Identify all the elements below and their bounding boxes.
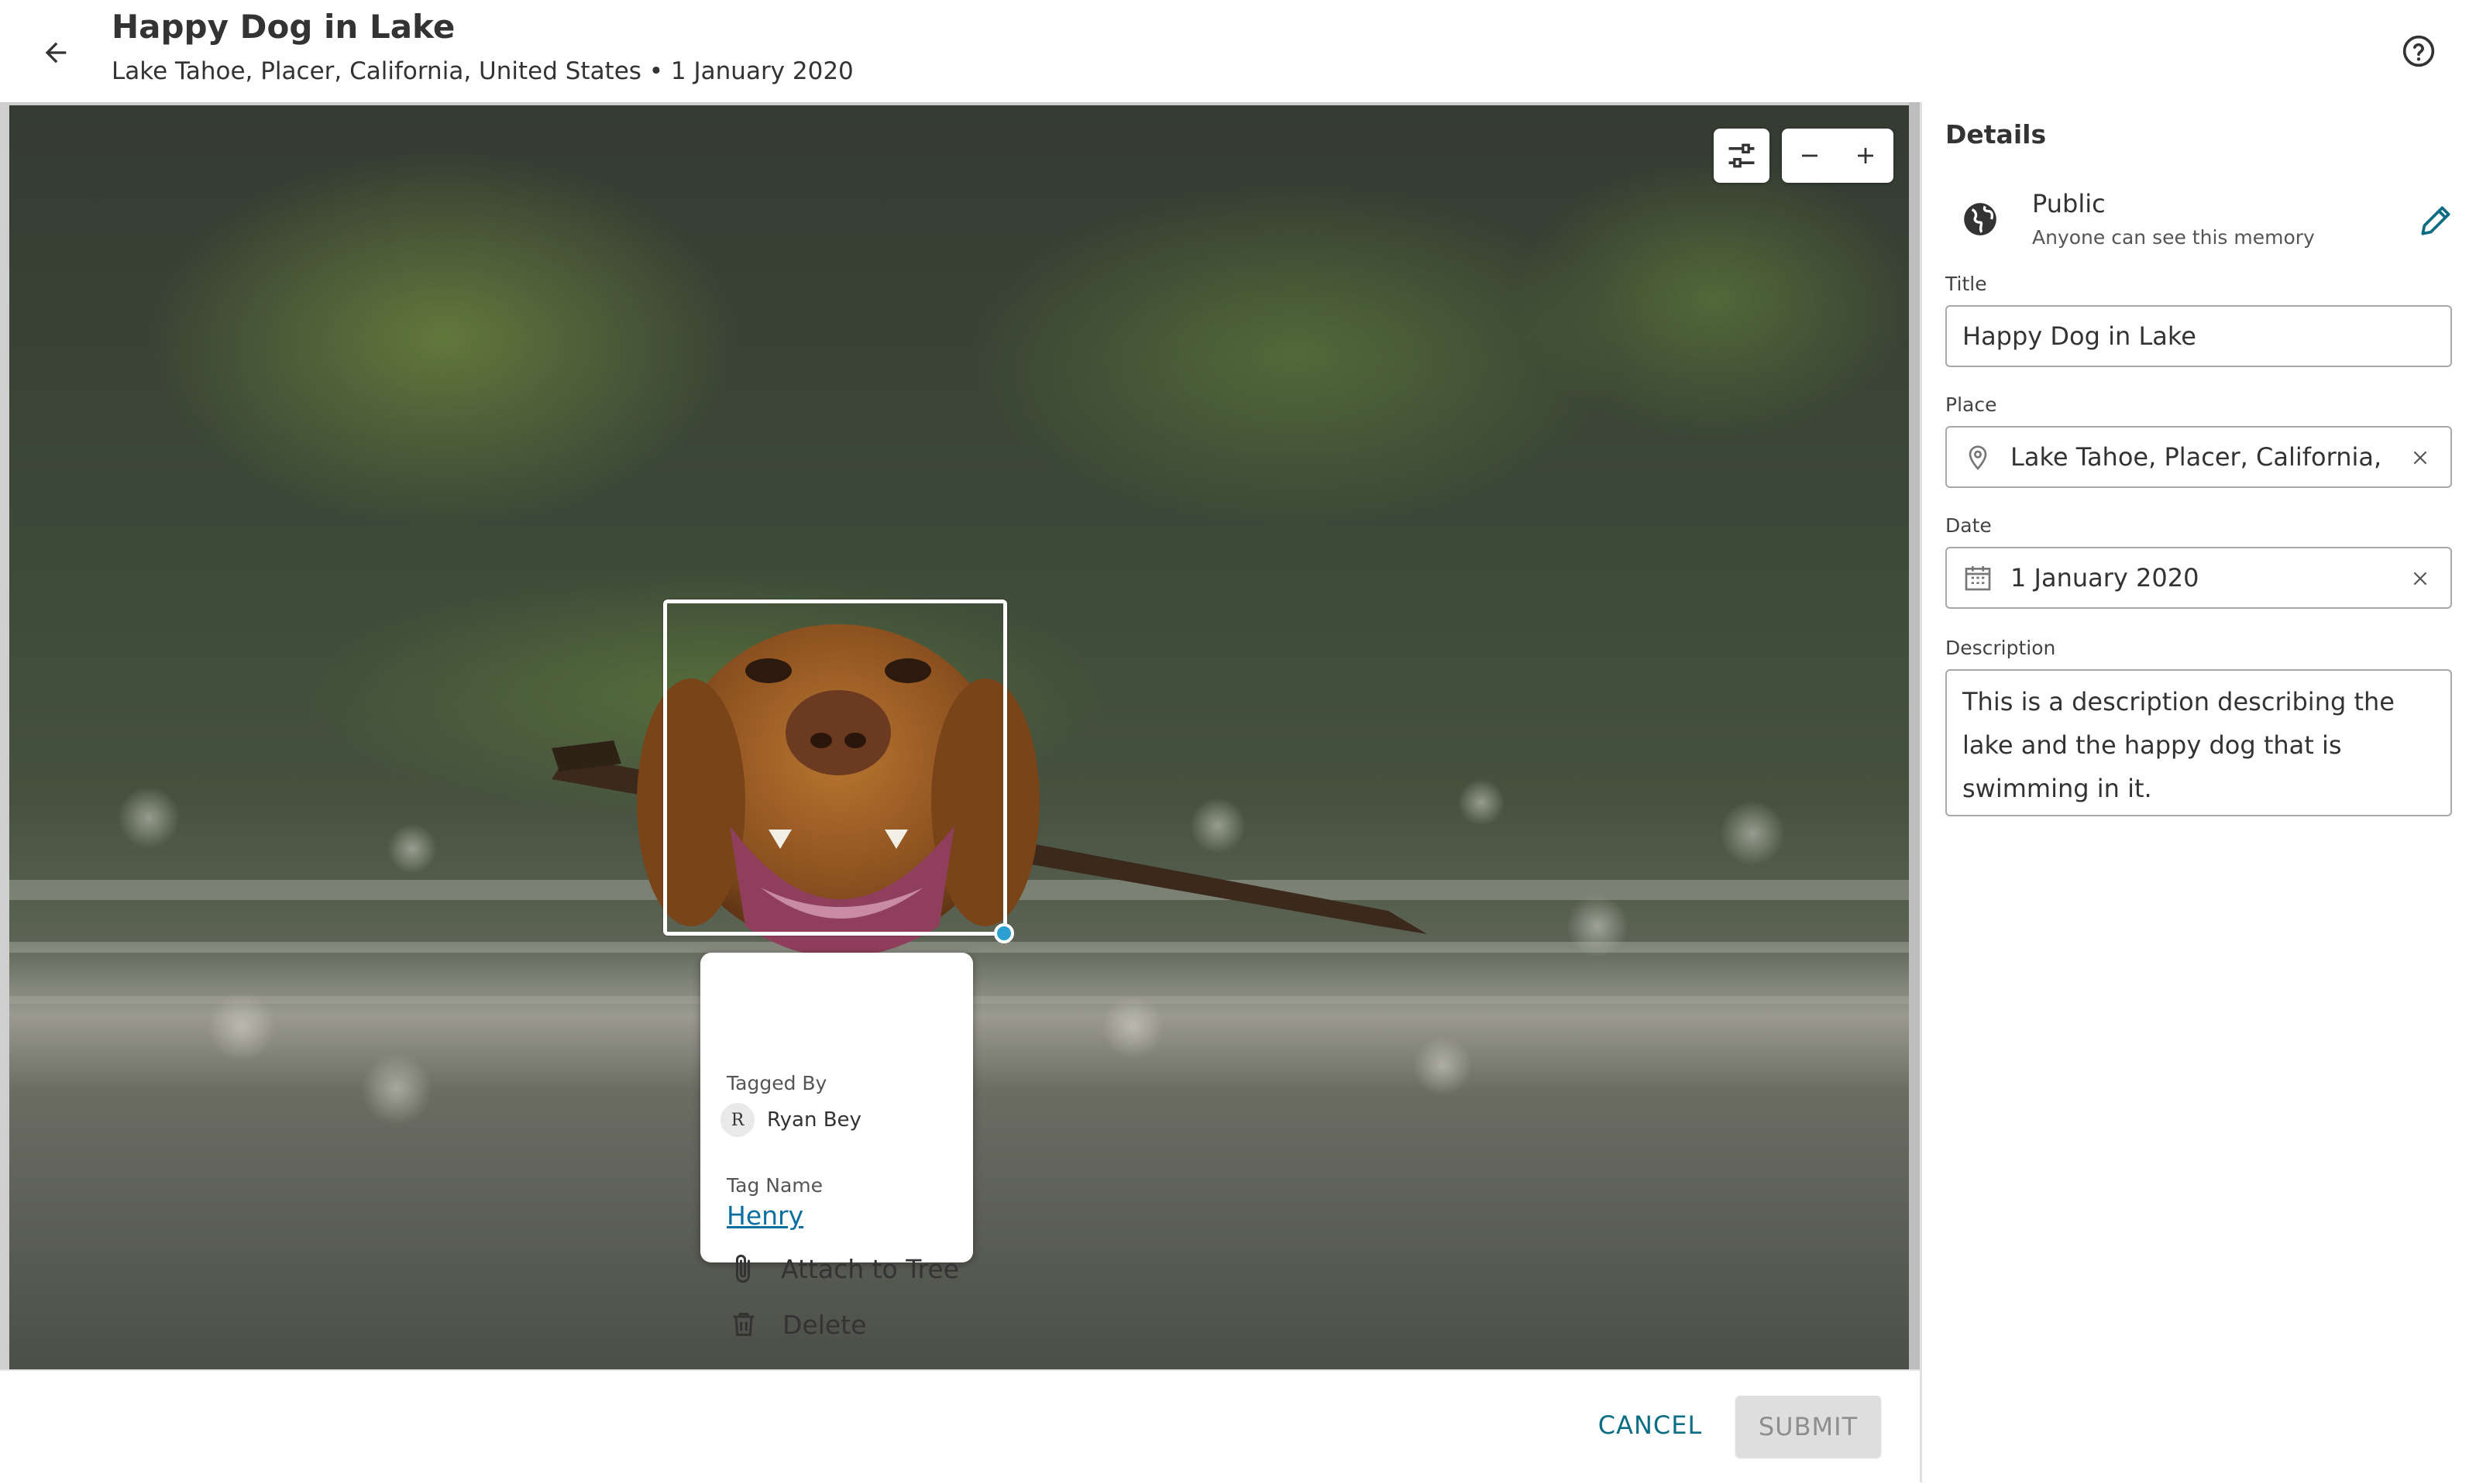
description-label: Description	[1945, 637, 2056, 659]
title-field[interactable]: Happy Dog in Lake	[1945, 305, 2452, 367]
sliders-icon	[1728, 143, 1755, 168]
help-button[interactable]	[2395, 28, 2442, 74]
submit-button[interactable]: SUBMIT	[1735, 1396, 1881, 1458]
attach-to-tree-button[interactable]: Attach to Tree	[727, 1247, 959, 1290]
pencil-icon[interactable]	[2416, 201, 2455, 240]
tagger-avatar: R	[720, 1103, 755, 1137]
page-title: Happy Dog in Lake	[112, 8, 456, 46]
back-button[interactable]	[31, 28, 81, 77]
tagged-by-label: Tagged By	[727, 1072, 827, 1094]
image-adjust-button[interactable]	[1714, 129, 1769, 183]
details-panel: Details Public Anyone can see this memor…	[1920, 102, 2476, 1482]
attach-to-tree-label: Attach to Tree	[780, 1253, 959, 1284]
title-label: Title	[1945, 273, 1987, 295]
tag-popup: Tagged By R Ryan Bey Tag Name Henry Atta…	[700, 953, 973, 1340]
close-icon	[2413, 451, 2427, 465]
plus-icon	[1858, 148, 1873, 163]
delete-label: Delete	[782, 1309, 867, 1340]
arrow-left-icon	[45, 42, 67, 64]
tag-name-link[interactable]: Henry	[727, 1201, 803, 1231]
zoom-out-button[interactable]	[1787, 132, 1833, 179]
map-pin-icon	[1969, 445, 1987, 470]
zoom-controls	[1782, 129, 1893, 183]
close-icon	[2413, 572, 2427, 586]
tag-name-label: Tag Name	[727, 1174, 824, 1197]
trash-icon	[727, 1307, 761, 1341]
paperclip-icon	[727, 1252, 759, 1286]
tagger-name: Ryan Bey	[767, 1108, 861, 1132]
description-field[interactable]: This is a description describing the lak…	[1945, 669, 2452, 816]
page-subtitle: Lake Tahoe, Placer, California, United S…	[112, 57, 854, 85]
zoom-in-button[interactable]	[1842, 132, 1889, 179]
visibility-title: Public	[2032, 189, 2106, 218]
tag-resize-handle[interactable]	[994, 923, 1014, 943]
globe-icon	[1964, 203, 1996, 235]
place-label: Place	[1945, 393, 1997, 416]
details-heading: Details	[1945, 119, 2047, 149]
calendar-icon	[1965, 566, 1991, 591]
cancel-button[interactable]: CANCEL	[1577, 1394, 1723, 1456]
date-value: 1 January 2020	[2010, 563, 2199, 593]
visibility-description: Anyone can see this memory	[2032, 226, 2315, 249]
delete-tag-button[interactable]: Delete	[727, 1303, 959, 1346]
date-field[interactable]: 1 January 2020	[1945, 547, 2452, 609]
tag-selection-box[interactable]	[663, 599, 1007, 936]
place-value: Lake Tahoe, Placer, California, United S…	[2010, 442, 2385, 472]
title-value: Happy Dog in Lake	[1962, 321, 2196, 351]
clear-place-button[interactable]	[2407, 445, 2433, 471]
footer-bar: CANCEL SUBMIT	[0, 1369, 1920, 1484]
minus-icon	[1802, 154, 1817, 157]
page-header: Happy Dog in Lake Lake Tahoe, Placer, Ca…	[0, 0, 2476, 102]
image-viewer: Tagged By R Ryan Bey Tag Name Henry Atta…	[0, 102, 1921, 1369]
help-icon	[2402, 35, 2435, 67]
clear-date-button[interactable]	[2407, 565, 2433, 592]
date-label: Date	[1945, 514, 1992, 537]
place-field[interactable]: Lake Tahoe, Placer, California, United S…	[1945, 426, 2452, 488]
